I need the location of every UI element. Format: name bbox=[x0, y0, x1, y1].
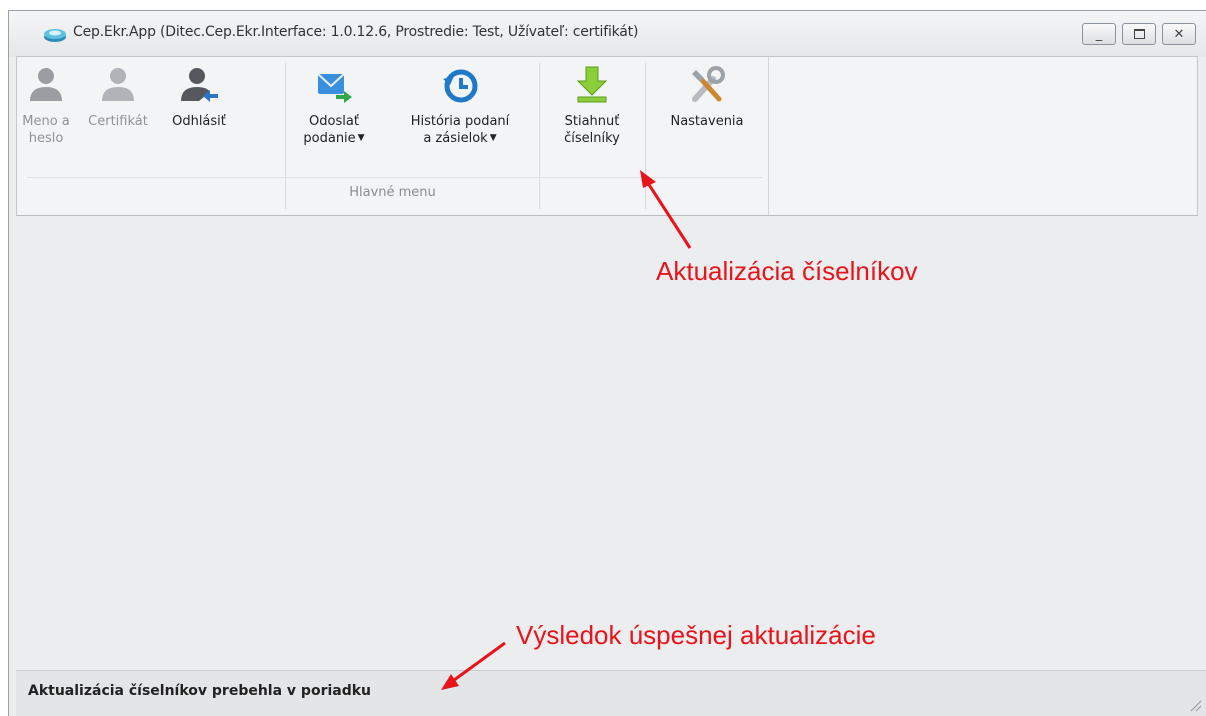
ribbon-button-label: Stiahnuť bbox=[564, 114, 620, 129]
ribbon-group-divider bbox=[27, 177, 762, 178]
ribbon-button-label: heslo bbox=[28, 131, 64, 146]
download-icon bbox=[576, 66, 608, 103]
annotation-update-result: Výsledok úspešnej aktualizácie bbox=[516, 620, 876, 650]
history-button[interactable]: História podaní a zásielok ▼ bbox=[393, 65, 527, 147]
minimize-icon: _ bbox=[1095, 26, 1103, 42]
ribbon-button-label-dropdown: podanie ▼ bbox=[297, 130, 371, 147]
tools-icon bbox=[692, 66, 725, 102]
title-bar[interactable]: Cep.Ekr.App (Ditec.Cep.Ekr.Interface: 1.… bbox=[9, 11, 1206, 57]
app-icon bbox=[44, 29, 66, 42]
history-icon bbox=[443, 69, 478, 103]
annotation-codelist-update: Aktualizácia číselníkov bbox=[656, 256, 918, 286]
main-content-area bbox=[16, 216, 1198, 670]
ribbon-button-label: podanie bbox=[303, 131, 356, 146]
ribbon-button-label: Odhlásiť bbox=[172, 114, 226, 129]
logout-user-icon bbox=[181, 68, 218, 102]
ribbon: Meno a heslo Certifikát Odhlásiť Odoslať… bbox=[16, 56, 1198, 216]
window-controls: _ ✕ bbox=[1082, 23, 1196, 45]
status-bar: Aktualizácia číselníkov prebehla v poria… bbox=[16, 670, 1206, 716]
close-button[interactable]: ✕ bbox=[1162, 23, 1196, 45]
ribbon-button-label: číselníky bbox=[564, 131, 620, 146]
ribbon-button-label: História podaní bbox=[410, 114, 510, 129]
ribbon-group-label: Hlavné menu bbox=[349, 185, 436, 200]
ribbon-button-label-dropdown: a zásielok ▼ bbox=[393, 130, 527, 147]
ribbon-button-label: Nastavenia bbox=[670, 114, 744, 129]
close-icon: ✕ bbox=[1173, 26, 1185, 42]
minimize-button[interactable]: _ bbox=[1082, 23, 1116, 45]
certificate-button[interactable]: Certifikát bbox=[77, 65, 159, 130]
status-message: Aktualizácia číselníkov prebehla v poria… bbox=[28, 683, 372, 699]
user-icon bbox=[102, 68, 134, 101]
ribbon-group-main-menu: Meno a heslo Certifikát Odhlásiť Odoslať… bbox=[17, 57, 769, 215]
logout-button[interactable]: Odhlásiť bbox=[161, 65, 237, 130]
send-mail-icon bbox=[317, 73, 352, 103]
login-password-button[interactable]: Meno a heslo bbox=[21, 65, 71, 147]
dropdown-arrow-icon: ▼ bbox=[357, 133, 365, 143]
settings-button[interactable]: Nastavenia bbox=[653, 65, 761, 130]
ribbon-button-label: a zásielok bbox=[423, 131, 488, 146]
dropdown-arrow-icon: ▼ bbox=[489, 133, 497, 143]
ribbon-button-label: Meno a bbox=[22, 114, 70, 129]
user-icon bbox=[30, 68, 62, 101]
maximize-icon bbox=[1133, 29, 1145, 39]
download-codelists-button[interactable]: Stiahnuť číselníky bbox=[547, 65, 637, 147]
ribbon-button-label: Certifikát bbox=[88, 114, 148, 129]
maximize-button[interactable] bbox=[1122, 23, 1156, 45]
resize-grip-icon[interactable] bbox=[1188, 698, 1202, 712]
ribbon-button-label: Odoslať bbox=[309, 114, 359, 129]
window-title: Cep.Ekr.App (Ditec.Cep.Ekr.Interface: 1.… bbox=[73, 24, 639, 40]
send-submission-button[interactable]: Odoslať podanie ▼ bbox=[297, 65, 371, 147]
